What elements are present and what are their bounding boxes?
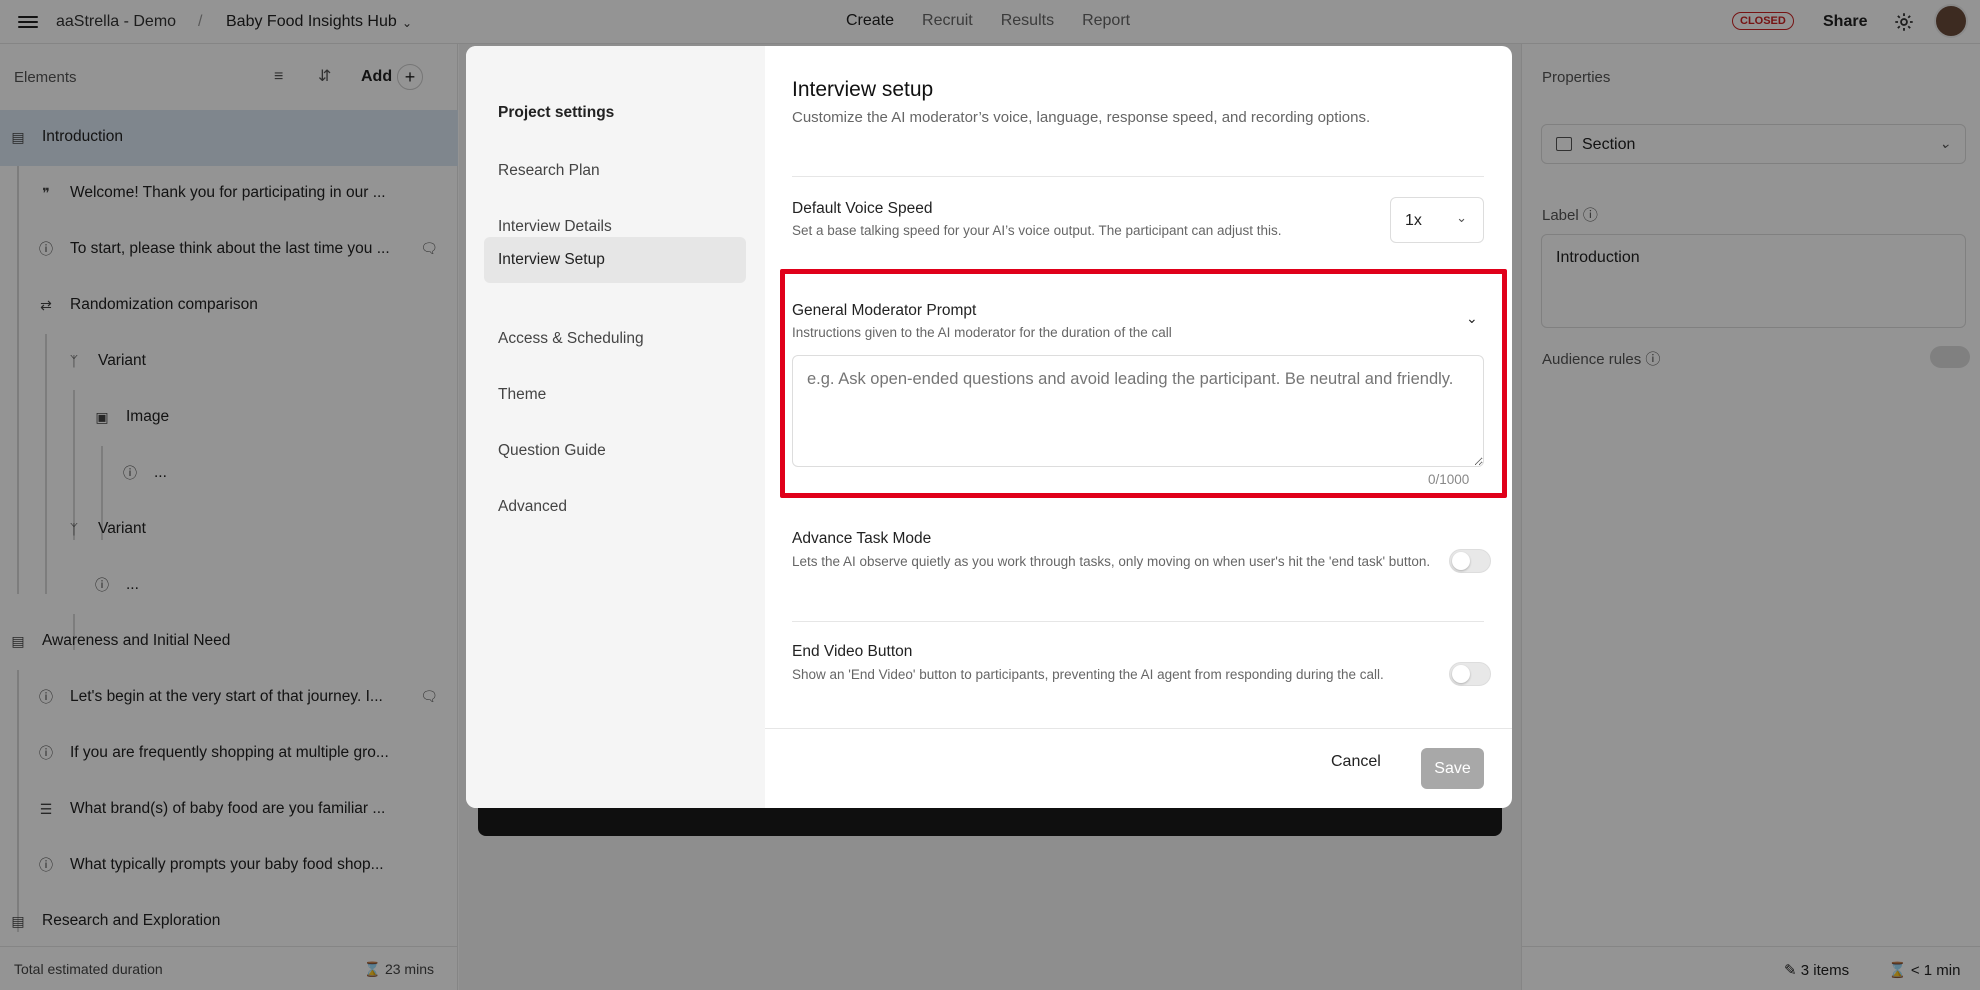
end-video-toggle[interactable]	[1449, 662, 1491, 686]
advance-task-title: Advance Task Mode	[792, 530, 932, 547]
save-button[interactable]: Save	[1421, 748, 1484, 789]
moderator-prompt-desc: Instructions given to the AI moderator f…	[792, 325, 1172, 340]
voice-speed-select[interactable]: 1x ⌄	[1390, 197, 1484, 243]
end-video-title: End Video Button	[792, 643, 913, 660]
voice-speed-value: 1x	[1405, 212, 1422, 229]
settings-nav-research-plan[interactable]: Research Plan	[484, 148, 746, 194]
settings-content: Interview setup Customize the AI moderat…	[765, 46, 1512, 808]
advance-task-toggle[interactable]	[1449, 549, 1491, 573]
voice-speed-title: Default Voice Speed	[792, 200, 933, 217]
settings-nav-theme[interactable]: Theme	[484, 372, 746, 418]
project-settings-modal: Project settings Research Plan Interview…	[466, 46, 1512, 808]
settings-nav-header: Project settings	[498, 104, 615, 121]
divider	[792, 176, 1484, 177]
settings-nav-question-guide[interactable]: Question Guide	[484, 428, 746, 474]
chevron-down-icon[interactable]: ⌄	[1466, 310, 1478, 327]
page-title: Interview setup	[792, 78, 934, 101]
cancel-button[interactable]: Cancel	[1331, 753, 1381, 771]
settings-nav-interview-setup[interactable]: Interview Setup	[484, 237, 746, 283]
moderator-prompt-title: General Moderator Prompt	[792, 302, 977, 319]
divider	[792, 621, 1484, 622]
voice-speed-desc: Set a base talking speed for your AI’s v…	[792, 223, 1282, 238]
character-counter: 0/1000	[1428, 472, 1470, 487]
moderator-prompt-input[interactable]	[792, 355, 1484, 467]
end-video-desc: Show an 'End Video' button to participan…	[792, 667, 1384, 682]
settings-nav: Project settings Research Plan Interview…	[466, 46, 765, 808]
chevron-down-icon: ⌄	[1456, 210, 1467, 225]
settings-nav-advanced[interactable]: Advanced	[484, 484, 746, 530]
modal-footer: Cancel Save	[765, 728, 1512, 808]
settings-nav-access-scheduling[interactable]: Access & Scheduling	[484, 316, 746, 362]
advance-task-desc: Lets the AI observe quietly as you work …	[792, 554, 1431, 569]
page-subtitle: Customize the AI moderator’s voice, lang…	[792, 109, 1371, 126]
